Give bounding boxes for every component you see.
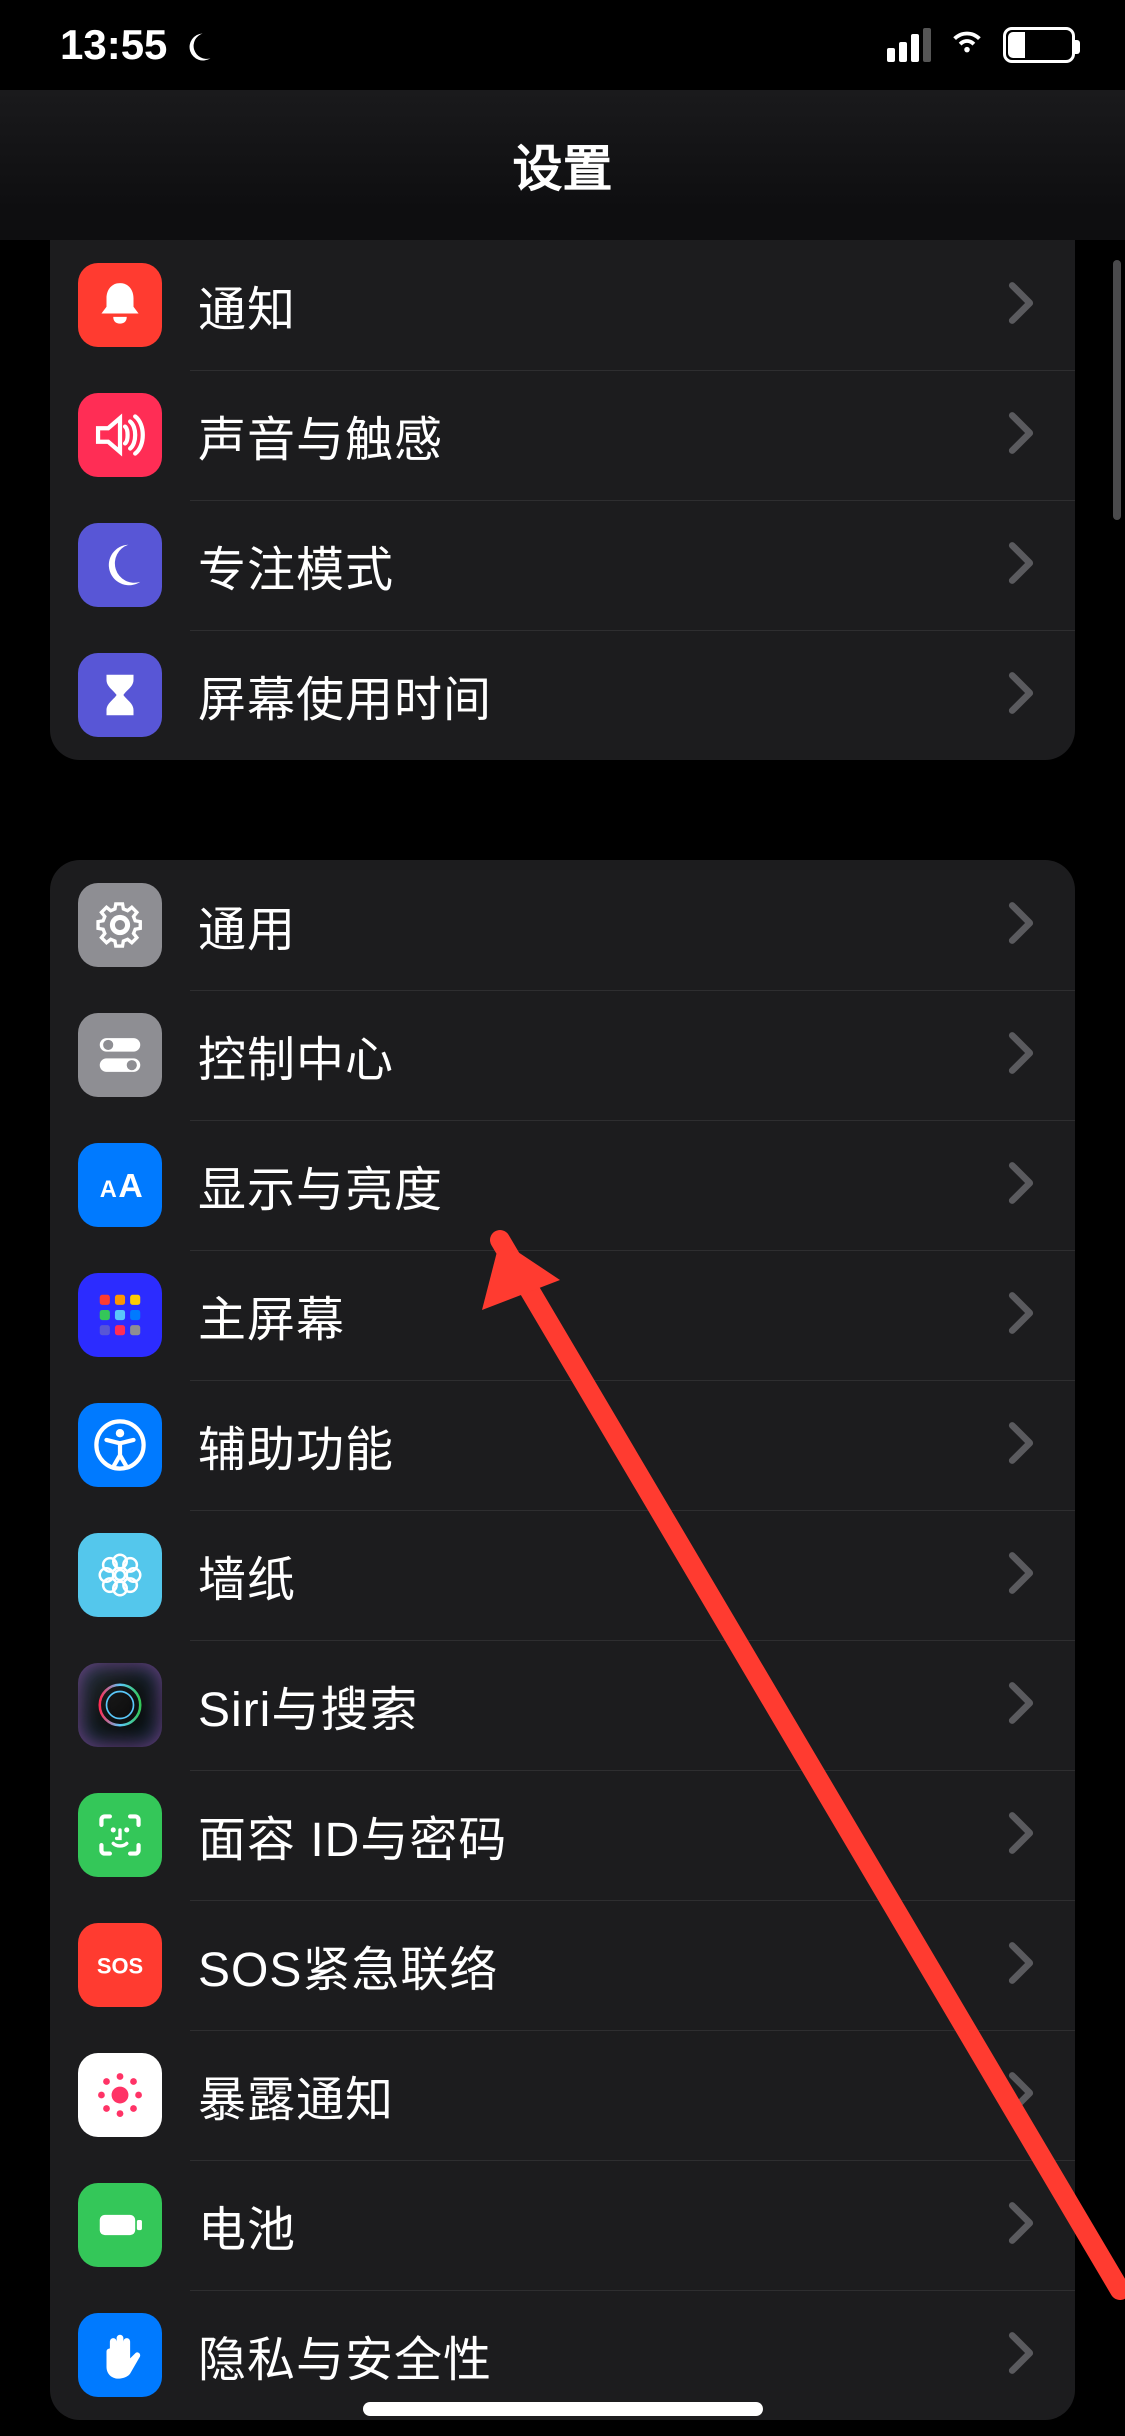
siri-icon	[78, 1663, 162, 1747]
settings-group-2: 通用控制中心显示与亮度主屏幕辅助功能墙纸 Siri与搜索面容 ID与密码 SOS紧急…	[50, 860, 1075, 2420]
chevron-right-icon	[1007, 2071, 1035, 2120]
cellular-signal-icon	[887, 28, 931, 62]
settings-row[interactable]: 通知	[50, 240, 1075, 370]
settings-row[interactable]: 暴露通知	[50, 2030, 1075, 2160]
apps-icon	[78, 1273, 162, 1357]
chevron-right-icon	[1007, 281, 1035, 330]
nav-bar: 设置	[0, 90, 1125, 240]
chevron-right-icon	[1007, 901, 1035, 950]
settings-row[interactable]: 面容 ID与密码	[50, 1770, 1075, 1900]
row-label: 专注模式	[198, 530, 1007, 600]
home-indicator[interactable]	[363, 2402, 763, 2416]
chevron-right-icon	[1007, 671, 1035, 720]
battery-icon	[78, 2183, 162, 2267]
speaker-icon	[78, 393, 162, 477]
settings-row[interactable]: 辅助功能	[50, 1380, 1075, 1510]
row-label: 辅助功能	[198, 1410, 1007, 1480]
row-label: 暴露通知	[198, 2060, 1007, 2130]
chevron-right-icon	[1007, 1681, 1035, 1730]
textsize-icon	[78, 1143, 162, 1227]
chevron-right-icon	[1007, 1811, 1035, 1860]
switches-icon	[78, 1013, 162, 1097]
row-label: 隐私与安全性	[198, 2320, 1007, 2390]
flower-icon	[78, 1533, 162, 1617]
row-label: 通知	[198, 270, 1007, 340]
sos-icon	[78, 1923, 162, 2007]
accessibility-icon	[78, 1403, 162, 1487]
settings-row[interactable]: 屏幕使用时间	[50, 630, 1075, 760]
settings-row[interactable]: SOS紧急联络	[50, 1900, 1075, 2030]
row-label: SOS紧急联络	[198, 1930, 1007, 2000]
row-label: 主屏幕	[198, 1280, 1007, 1350]
settings-row[interactable]: 主屏幕	[50, 1250, 1075, 1380]
page-title: 设置	[513, 129, 613, 201]
row-label: 显示与亮度	[198, 1150, 1007, 1220]
faceid-icon	[78, 1793, 162, 1877]
row-label: 屏幕使用时间	[198, 660, 1007, 730]
wifi-icon	[945, 18, 989, 72]
status-time: 13:55	[60, 21, 167, 69]
chevron-right-icon	[1007, 1291, 1035, 1340]
settings-row[interactable]: 声音与触感	[50, 370, 1075, 500]
settings-row[interactable]: 显示与亮度	[50, 1120, 1075, 1250]
settings-row[interactable]: 墙纸	[50, 1510, 1075, 1640]
hourglass-icon	[78, 653, 162, 737]
settings-row[interactable]: 通用	[50, 860, 1075, 990]
bell-icon	[78, 263, 162, 347]
row-label: 面容 ID与密码	[198, 1800, 1007, 1870]
moon-icon	[78, 523, 162, 607]
chevron-right-icon	[1007, 1551, 1035, 1600]
row-label: 墙纸	[198, 1540, 1007, 1610]
chevron-right-icon	[1007, 411, 1035, 460]
chevron-right-icon	[1007, 2331, 1035, 2380]
chevron-right-icon	[1007, 1161, 1035, 1210]
settings-group-1: 通知声音与触感专注模式屏幕使用时间	[50, 240, 1075, 760]
row-label: 声音与触感	[198, 400, 1007, 470]
row-label: 电池	[198, 2190, 1007, 2260]
chevron-right-icon	[1007, 541, 1035, 590]
scroll-indicator[interactable]	[1113, 260, 1121, 520]
hand-icon	[78, 2313, 162, 2397]
settings-row[interactable]: Siri与搜索	[50, 1640, 1075, 1770]
settings-row[interactable]: 专注模式	[50, 500, 1075, 630]
settings-content[interactable]: 通知声音与触感专注模式屏幕使用时间 通用控制中心显示与亮度主屏幕辅助功能墙纸 Si…	[0, 240, 1125, 2436]
settings-row[interactable]: 控制中心	[50, 990, 1075, 1120]
exposure-icon	[78, 2053, 162, 2137]
row-label: 控制中心	[198, 1020, 1007, 1090]
chevron-right-icon	[1007, 1941, 1035, 1990]
settings-row[interactable]: 隐私与安全性	[50, 2290, 1075, 2420]
gear-icon	[78, 883, 162, 967]
row-label: 通用	[198, 890, 1007, 960]
status-bar: 13:55 27	[0, 0, 1125, 90]
chevron-right-icon	[1007, 2201, 1035, 2250]
row-label: Siri与搜索	[198, 1670, 1007, 1740]
chevron-right-icon	[1007, 1031, 1035, 1080]
dnd-moon-icon	[179, 27, 215, 63]
settings-row[interactable]: 电池	[50, 2160, 1075, 2290]
chevron-right-icon	[1007, 1421, 1035, 1470]
battery-indicator: 27	[1003, 27, 1075, 63]
